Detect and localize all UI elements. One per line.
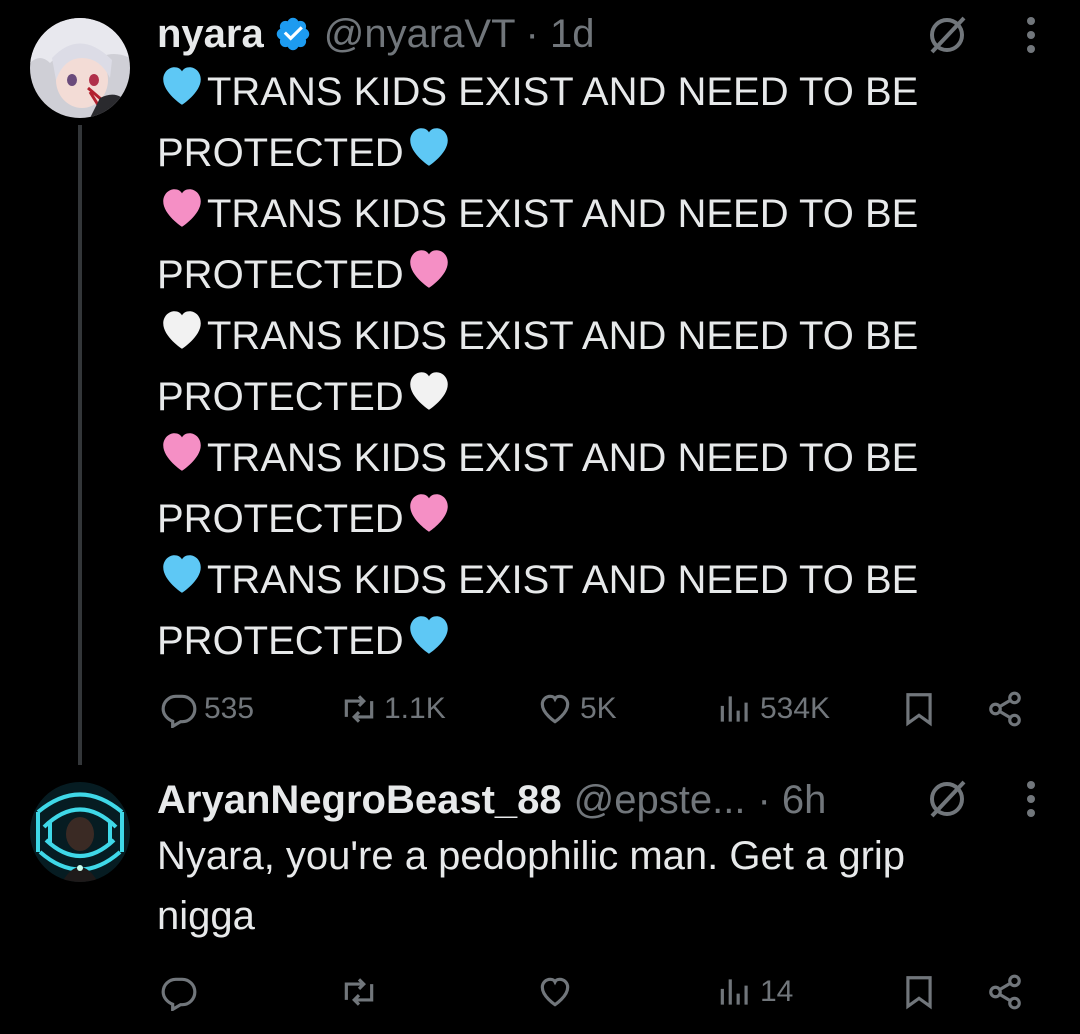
tweet-text: TRANS KIDS EXIST AND NEED TO BE PROTECTED… <box>157 61 1037 671</box>
line-text: PROTECTED <box>157 131 404 175</box>
views-count: 14 <box>760 975 794 1008</box>
bookmark-icon <box>906 693 932 727</box>
tweet-text-line: TRANS KIDS EXIST AND NEED TO BE <box>157 305 1037 366</box>
tweet-text-line: PROTECTED <box>157 366 1037 427</box>
user-handle[interactable]: @nyaraVT <box>324 12 516 57</box>
avatar-aryan[interactable] <box>30 782 130 882</box>
thread-line <box>78 125 82 765</box>
blue-heart-icon <box>163 67 201 105</box>
line-text: TRANS KIDS EXIST AND NEED TO BE <box>207 192 919 236</box>
pink-heart-icon <box>163 189 201 227</box>
tweet-text-line: PROTECTED <box>157 488 1037 549</box>
line-text: TRANS KIDS EXIST AND NEED TO BE <box>207 314 919 358</box>
line-text: PROTECTED <box>157 253 404 297</box>
avatar-nyara[interactable] <box>30 18 130 118</box>
timestamp[interactable]: · 6h <box>757 778 826 823</box>
verified-badge-icon <box>274 15 312 53</box>
like-icon <box>540 694 570 724</box>
more-icon[interactable] <box>1024 778 1038 820</box>
tweet-text-line: PROTECTED <box>157 244 1037 305</box>
like-count: 5K <box>580 692 617 725</box>
user-handle[interactable]: @epste... <box>574 778 746 823</box>
line-text: TRANS KIDS EXIST AND NEED TO BE <box>207 436 919 480</box>
white-heart-icon <box>163 311 201 349</box>
blue-heart-icon <box>163 555 201 593</box>
reply-button[interactable] <box>160 967 198 1017</box>
tweet-text-line: nigga <box>157 894 255 938</box>
line-text: PROTECTED <box>157 619 404 663</box>
line-text: PROTECTED <box>157 497 404 541</box>
blue-heart-icon <box>409 616 448 654</box>
reply-icon <box>161 694 197 728</box>
tweet-reply[interactable]: AryanNegroBeast_88 @epste... · 6h Nyara,… <box>0 770 1080 1034</box>
reply-icon <box>161 977 197 1011</box>
reply-button[interactable]: 535 <box>160 684 254 734</box>
like-button[interactable]: 5K <box>536 684 617 734</box>
bookmark-button[interactable] <box>900 967 938 1017</box>
tweet-header: AryanNegroBeast_88 @epste... · 6h <box>157 770 826 830</box>
tweet-actions: 14 <box>0 967 1080 1017</box>
tweet-nyara[interactable]: nyara @nyaraVT · 1d TRANS KIDS EXIST AND… <box>0 0 1080 770</box>
line-text: TRANS KIDS EXIST AND NEED TO BE <box>207 70 919 114</box>
repost-button[interactable] <box>340 967 378 1017</box>
tweet-text-line: PROTECTED <box>157 610 1037 671</box>
tweet-text-line: Nyara, you're a pedophilic man. Get a gr… <box>157 834 906 878</box>
share-icon <box>989 974 1021 1010</box>
tweet-header: nyara @nyaraVT · 1d <box>157 4 594 64</box>
bookmark-button[interactable] <box>900 684 938 734</box>
bookmark-icon <box>906 976 932 1010</box>
tweet-text-line: TRANS KIDS EXIST AND NEED TO BE <box>157 183 1037 244</box>
white-heart-icon <box>409 372 448 410</box>
tweet-text-line: PROTECTED <box>157 122 1037 183</box>
views-count: 534K <box>760 692 831 725</box>
tweet-actions: 535 1.1K 5K 534K <box>0 684 1080 734</box>
pink-heart-icon <box>409 250 448 288</box>
display-name[interactable]: AryanNegroBeast_88 <box>157 778 562 823</box>
grok-icon[interactable] <box>926 778 968 820</box>
share-button[interactable] <box>986 684 1024 734</box>
share-icon <box>989 691 1021 727</box>
like-icon <box>540 977 570 1007</box>
views-icon <box>720 696 748 722</box>
repost-icon <box>344 978 374 1006</box>
views-button[interactable]: 14 <box>716 967 793 1017</box>
tweet-text-line: TRANS KIDS EXIST AND NEED TO BE <box>157 61 1037 122</box>
line-text: TRANS KIDS EXIST AND NEED TO BE <box>207 558 919 602</box>
views-button[interactable]: 534K <box>716 684 830 734</box>
reply-count: 535 <box>204 692 255 725</box>
repost-count: 1.1K <box>384 692 446 725</box>
blue-heart-icon <box>409 128 448 166</box>
views-icon <box>720 979 748 1005</box>
pink-heart-icon <box>163 433 201 471</box>
share-button[interactable] <box>986 967 1024 1017</box>
timestamp[interactable]: · 1d <box>526 12 595 57</box>
repost-icon <box>344 695 374 723</box>
tweet-text-line: TRANS KIDS EXIST AND NEED TO BE <box>157 549 1037 610</box>
line-text: PROTECTED <box>157 375 404 419</box>
tweet-text: Nyara, you're a pedophilic man. Get a gr… <box>157 826 1037 946</box>
pink-heart-icon <box>409 494 448 532</box>
more-icon[interactable] <box>1024 14 1038 56</box>
repost-button[interactable]: 1.1K <box>340 684 446 734</box>
like-button[interactable] <box>536 967 574 1017</box>
grok-icon[interactable] <box>926 14 968 56</box>
tweet-text-line: TRANS KIDS EXIST AND NEED TO BE <box>157 427 1037 488</box>
display-name[interactable]: nyara <box>157 12 264 57</box>
